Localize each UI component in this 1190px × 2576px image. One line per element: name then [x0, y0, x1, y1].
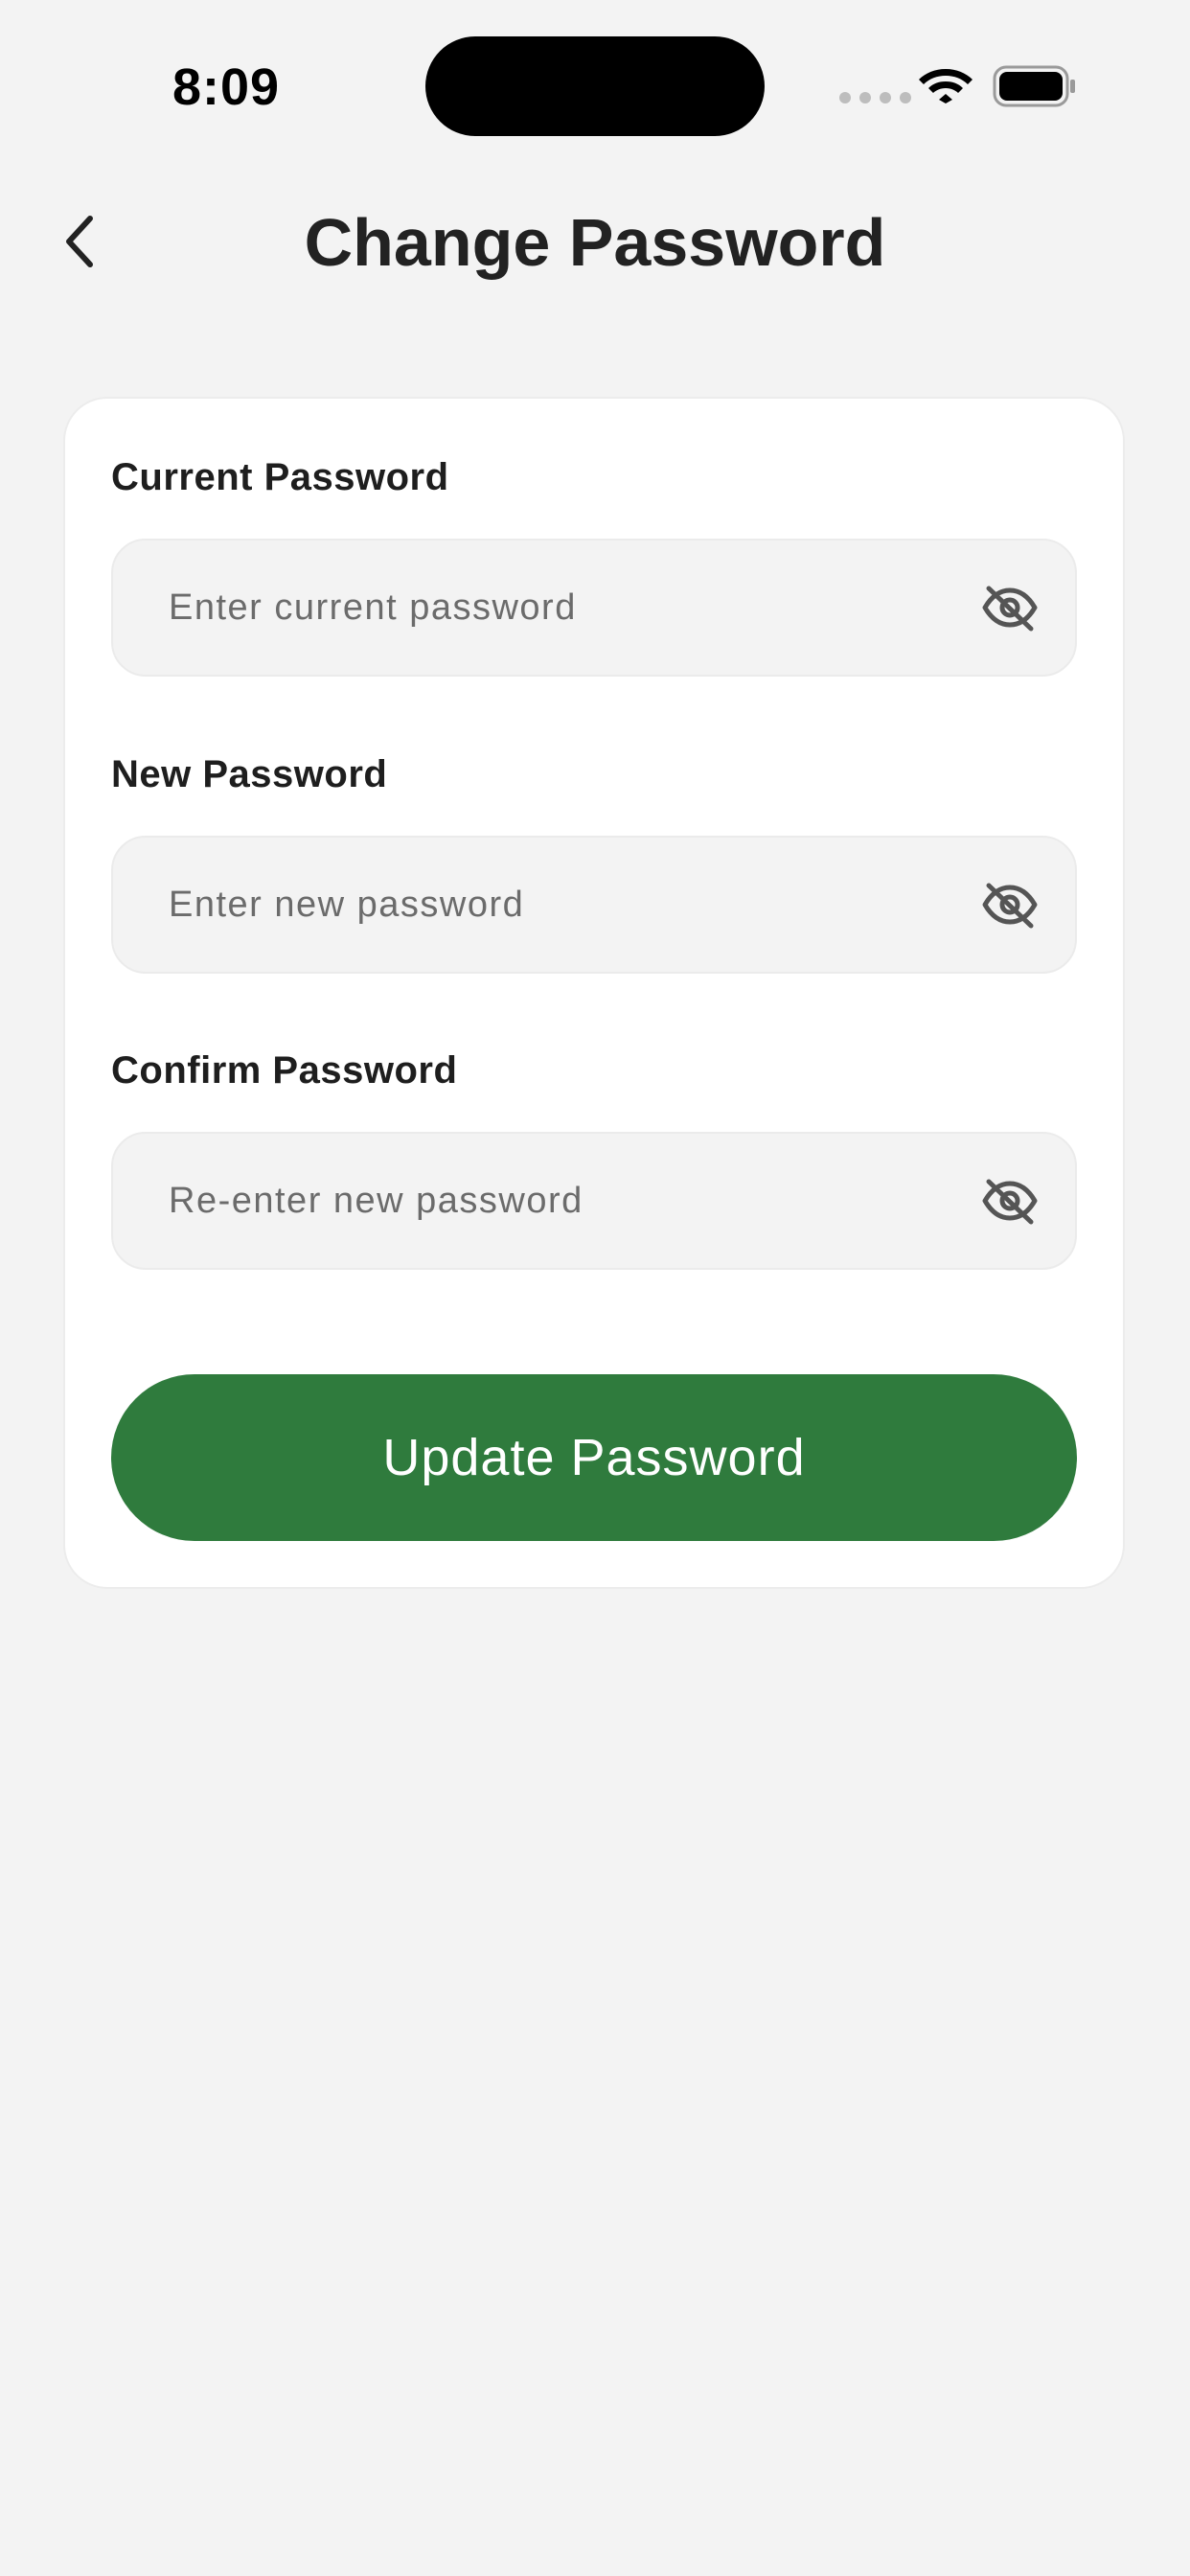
- current-password-label: Current Password: [111, 456, 449, 498]
- eye-off-icon: [982, 883, 1038, 929]
- confirm-password-visibility-toggle[interactable]: [979, 1172, 1041, 1230]
- current-password-input[interactable]: [169, 540, 954, 675]
- change-password-screen: 8:09 Change Password Current Password Ne…: [0, 0, 1190, 2576]
- dynamic-island: [425, 36, 765, 136]
- eye-off-icon: [982, 586, 1038, 632]
- new-password-label: New Password: [111, 753, 388, 795]
- new-password-field: [111, 836, 1077, 974]
- new-password-visibility-toggle[interactable]: [979, 876, 1041, 933]
- current-password-field: [111, 539, 1077, 677]
- cellular-signal-icon: [839, 92, 911, 104]
- confirm-password-field: [111, 1132, 1077, 1270]
- update-password-button[interactable]: Update Password: [111, 1374, 1077, 1541]
- page-title: Change Password: [304, 205, 886, 280]
- new-password-input[interactable]: [169, 838, 954, 972]
- battery-icon: [993, 65, 1077, 112]
- current-password-visibility-toggle[interactable]: [979, 579, 1041, 636]
- wifi-icon: [918, 63, 973, 108]
- confirm-password-label: Confirm Password: [111, 1049, 458, 1092]
- status-time: 8:09: [172, 58, 281, 116]
- confirm-password-input[interactable]: [169, 1134, 954, 1268]
- eye-off-icon: [982, 1179, 1038, 1225]
